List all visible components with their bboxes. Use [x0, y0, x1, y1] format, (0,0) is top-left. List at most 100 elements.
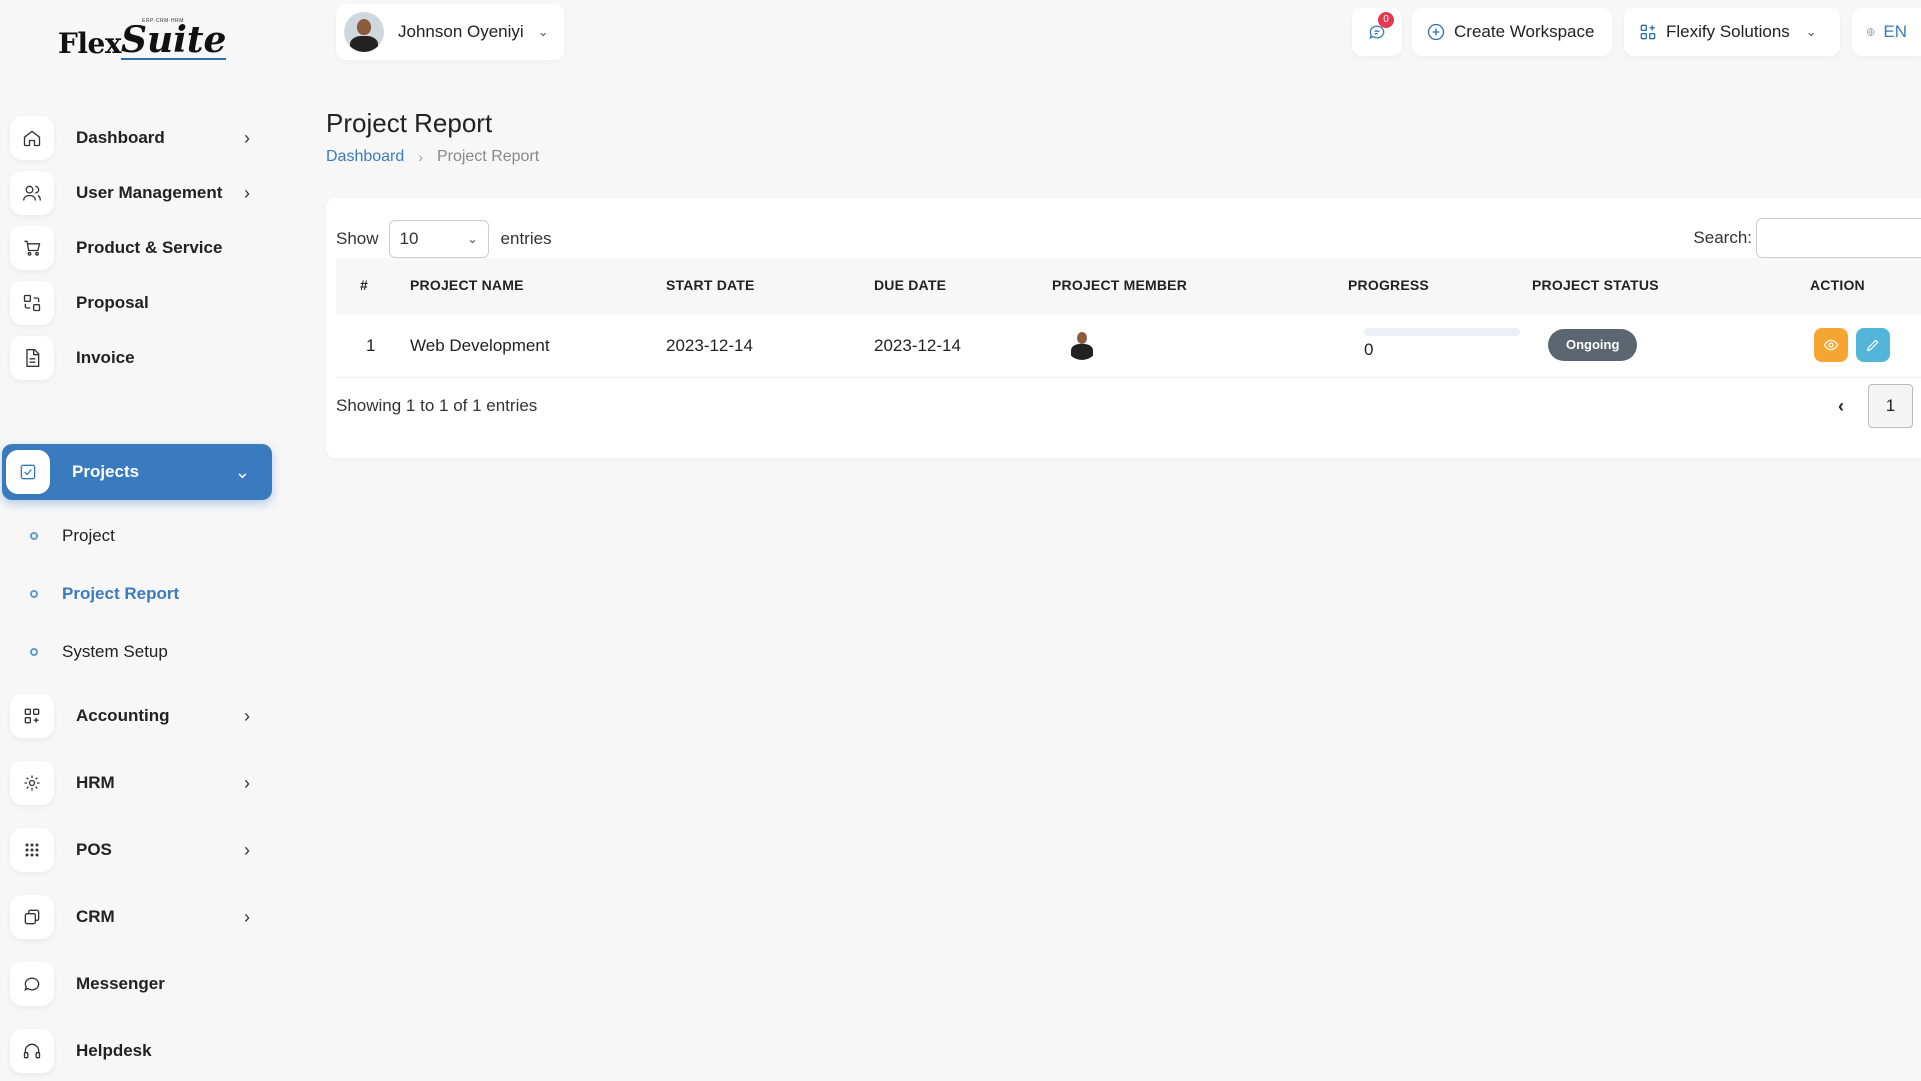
sidebar-item-projects[interactable]: Projects ⌄	[2, 444, 272, 500]
chevron-right-icon: ›	[244, 182, 250, 203]
search-input[interactable]	[1756, 218, 1921, 258]
company-name: Flexify Solutions	[1666, 22, 1790, 41]
sidebar-item-invoice[interactable]: Invoice	[6, 330, 272, 386]
member-avatar	[1066, 328, 1098, 360]
user-menu[interactable]: Johnson Oyeniyi ⌄	[336, 4, 564, 60]
logo-text-suite: Suite	[121, 19, 227, 61]
sidebar-item-label: HRM	[76, 773, 115, 792]
proposal-icon	[10, 281, 54, 325]
create-workspace-button[interactable]: Create Workspace	[1412, 8, 1612, 56]
sidebar-item-label: POS	[76, 840, 112, 859]
column-header-action: ACTION	[1810, 277, 1865, 293]
bullet-icon	[30, 532, 38, 540]
chevron-right-icon: ›	[244, 906, 250, 927]
headset-icon	[10, 1029, 54, 1073]
table-header: # PROJECT NAME START DATE DUE DATE PROJE…	[336, 258, 1921, 314]
sidebar-item-label: Dashboard	[76, 128, 165, 147]
sidebar-subitem-label: Project Report	[62, 584, 180, 603]
file-icon	[10, 336, 54, 380]
bullet-icon	[30, 590, 38, 598]
user-name: Johnson Oyeniyi	[398, 22, 524, 41]
sidebar-item-user-management[interactable]: User Management ›	[6, 165, 272, 221]
home-icon	[10, 116, 54, 160]
search-control: Search:	[1693, 218, 1921, 258]
avatar	[344, 12, 384, 52]
due-date: 2023-12-14	[874, 336, 961, 355]
breadcrumb-current: Project Report	[436, 148, 540, 165]
sidebar-subitem-label: System Setup	[62, 642, 168, 661]
sidebar-item-label: Proposal	[76, 293, 149, 312]
table-info: Showing 1 to 1 of 1 entries	[336, 396, 538, 415]
sidebar-item-label: Helpdesk	[76, 1041, 152, 1060]
sidebar: ERP·CRM·HRM Flex Suite Dashboard › User …	[0, 0, 280, 1081]
sidebar-item-label: Product & Service	[76, 238, 223, 257]
chevron-down-icon: ⌄	[1805, 24, 1817, 39]
project-name: Web Development	[410, 336, 550, 355]
page-title: Project Report	[326, 108, 493, 138]
sidebar-item-label: Accounting	[76, 706, 170, 725]
search-label: Search:	[1693, 228, 1752, 247]
entries-length-control: Show 10 ⌄ entries	[336, 220, 552, 258]
cart-icon	[10, 226, 54, 270]
column-header-progress[interactable]: PROGRESS	[1348, 277, 1429, 293]
chevron-down-icon: ⌄	[234, 461, 250, 482]
sidebar-item-label: CRM	[76, 907, 115, 926]
status-badge: Ongoing	[1548, 329, 1638, 361]
breadcrumb-dashboard-link[interactable]: Dashboard	[326, 148, 404, 166]
language-switcher[interactable]: EN	[1852, 8, 1921, 56]
entries-select[interactable]: 10 ⌄	[388, 220, 489, 258]
sidebar-item-helpdesk[interactable]: Helpdesk	[6, 1023, 272, 1079]
pagination-previous-button[interactable]: ‹	[1838, 396, 1844, 417]
progress-value: 0	[1364, 340, 1374, 359]
company-switcher[interactable]: Flexify Solutions ⌄	[1624, 8, 1840, 56]
chevron-right-icon: ›	[244, 127, 250, 148]
report-card: Show 10 ⌄ entries Search: # PROJECT NAME…	[326, 198, 1921, 458]
sidebar-item-proposal[interactable]: Proposal	[6, 275, 272, 331]
app-logo[interactable]: ERP·CRM·HRM Flex Suite	[58, 12, 227, 60]
grid-icon	[10, 694, 54, 738]
sidebar-subitem-project-report[interactable]: Project Report	[30, 579, 179, 609]
progress-bar	[1364, 328, 1520, 336]
sidebar-item-dashboard[interactable]: Dashboard ›	[6, 110, 272, 166]
chevron-right-icon: ›	[418, 149, 423, 165]
sidebar-item-label: User Management	[76, 183, 223, 202]
sidebar-subitem-system-setup[interactable]: System Setup	[30, 637, 168, 667]
show-label: Show	[336, 229, 379, 248]
breadcrumb: Dashboard › Project Report	[326, 148, 539, 166]
hrm-icon	[10, 761, 54, 805]
dots-grid-icon	[10, 828, 54, 872]
column-header-start-date[interactable]: START DATE	[666, 277, 755, 293]
check-square-icon	[6, 450, 50, 494]
logo-tagline: ERP·CRM·HRM	[142, 18, 184, 24]
sidebar-subitem-label: Project	[62, 526, 115, 545]
pagination-page-1[interactable]: 1	[1868, 384, 1913, 428]
eye-icon	[1823, 339, 1839, 351]
sidebar-item-label: Projects	[72, 462, 140, 481]
sidebar-subitem-project[interactable]: Project	[30, 521, 115, 551]
entries-label: entries	[500, 229, 552, 248]
sidebar-item-pos[interactable]: POS ›	[6, 822, 272, 878]
column-header-index[interactable]: #	[360, 277, 368, 293]
pencil-icon	[1866, 339, 1879, 352]
sidebar-item-hrm[interactable]: HRM ›	[6, 755, 272, 811]
sidebar-item-accounting[interactable]: Accounting ›	[6, 688, 272, 744]
sidebar-item-crm[interactable]: CRM ›	[6, 889, 272, 945]
chevron-right-icon: ›	[244, 705, 250, 726]
users-icon	[10, 171, 54, 215]
messages-button[interactable]: 0	[1352, 8, 1402, 56]
sidebar-item-product-service[interactable]: Product & Service	[6, 220, 272, 276]
crm-icon	[10, 895, 54, 939]
column-header-project-member[interactable]: PROJECT MEMBER	[1052, 277, 1187, 293]
apps-icon	[1640, 24, 1656, 40]
edit-button[interactable]	[1856, 328, 1890, 362]
chat-icon	[10, 962, 54, 1006]
sidebar-item-label: Invoice	[76, 348, 135, 367]
notification-badge: 0	[1378, 12, 1394, 28]
table-row: 1 Web Development 2023-12-14 2023-12-14 …	[336, 314, 1921, 378]
logo-text-flex: Flex	[58, 27, 122, 60]
view-button[interactable]	[1814, 328, 1848, 362]
sidebar-item-messenger[interactable]: Messenger	[6, 956, 272, 1012]
column-header-due-date[interactable]: DUE DATE	[874, 277, 946, 293]
column-header-project-name[interactable]: PROJECT NAME	[410, 277, 524, 293]
column-header-project-status[interactable]: PROJECT STATUS	[1532, 277, 1659, 293]
